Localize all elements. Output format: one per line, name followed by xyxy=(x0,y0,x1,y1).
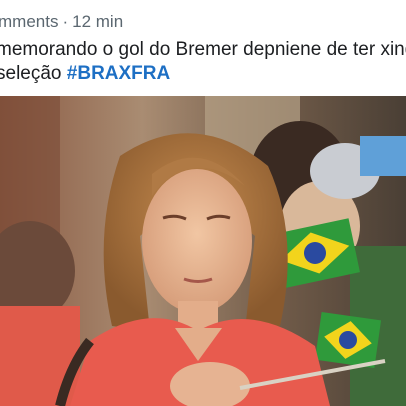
post-text-line-2-prefix: seleção xyxy=(0,63,67,84)
post-text-line-1: memorando o gol do Bremer depniene de te… xyxy=(0,39,406,60)
crowd-blue-object xyxy=(360,136,406,176)
hashtag-link[interactable]: #BRAXFRA xyxy=(67,63,170,84)
post-time: 12 min xyxy=(72,12,124,31)
woman-face xyxy=(142,169,252,313)
brazil-flag-small xyxy=(314,312,382,368)
post-meta: mments · 12 min xyxy=(0,12,123,32)
post-text: memorando o gol do Bremer depniene de te… xyxy=(0,38,406,86)
meta-separator: · xyxy=(62,12,69,31)
post-text-line-2: seleção #BRAXFRA xyxy=(0,62,406,86)
post-media-image[interactable] xyxy=(0,96,406,406)
meme-photo xyxy=(0,96,406,406)
comments-label[interactable]: mments xyxy=(0,12,58,31)
social-post: mments · 12 min memorando o gol do Bremer … xyxy=(0,0,406,406)
